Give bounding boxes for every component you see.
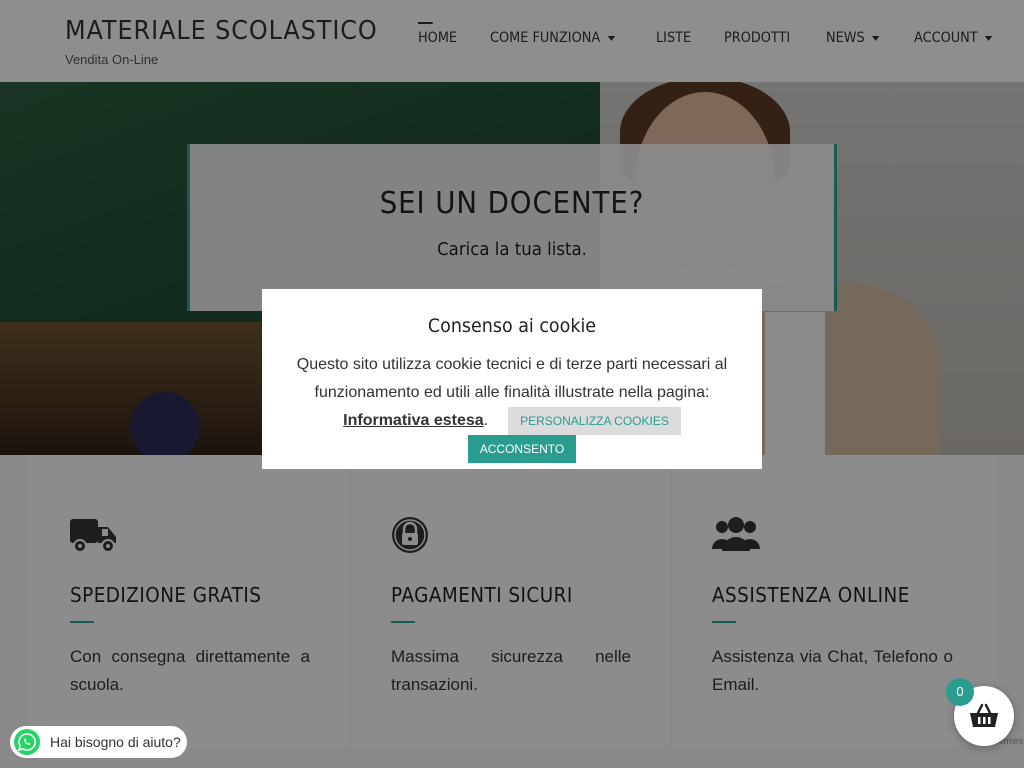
basket-icon bbox=[970, 703, 998, 727]
whatsapp-label: Hai bisogno di aiuto? bbox=[50, 734, 181, 750]
whatsapp-icon bbox=[14, 729, 40, 755]
cookie-dialog-period: . bbox=[483, 412, 489, 430]
customize-cookies-button[interactable]: PERSONALIZZA COOKIES bbox=[508, 407, 681, 435]
cart-count-badge[interactable]: 0 bbox=[946, 678, 974, 706]
privacy-policy-link[interactable]: Informativa estesa bbox=[343, 412, 484, 429]
whatsapp-help-button[interactable]: Hai bisogno di aiuto? bbox=[10, 726, 187, 758]
accept-cookies-button[interactable]: ACCONSENTO bbox=[467, 435, 577, 464]
cookie-consent-dialog: Consenso ai cookie Questo sito utilizza … bbox=[262, 289, 762, 469]
cookie-dialog-text: Questo sito utilizza cookie tecnici e di… bbox=[280, 351, 744, 464]
cookie-dialog-body: Questo sito utilizza cookie tecnici e di… bbox=[296, 356, 728, 401]
cookie-dialog-title: Consenso ai cookie bbox=[427, 315, 597, 337]
